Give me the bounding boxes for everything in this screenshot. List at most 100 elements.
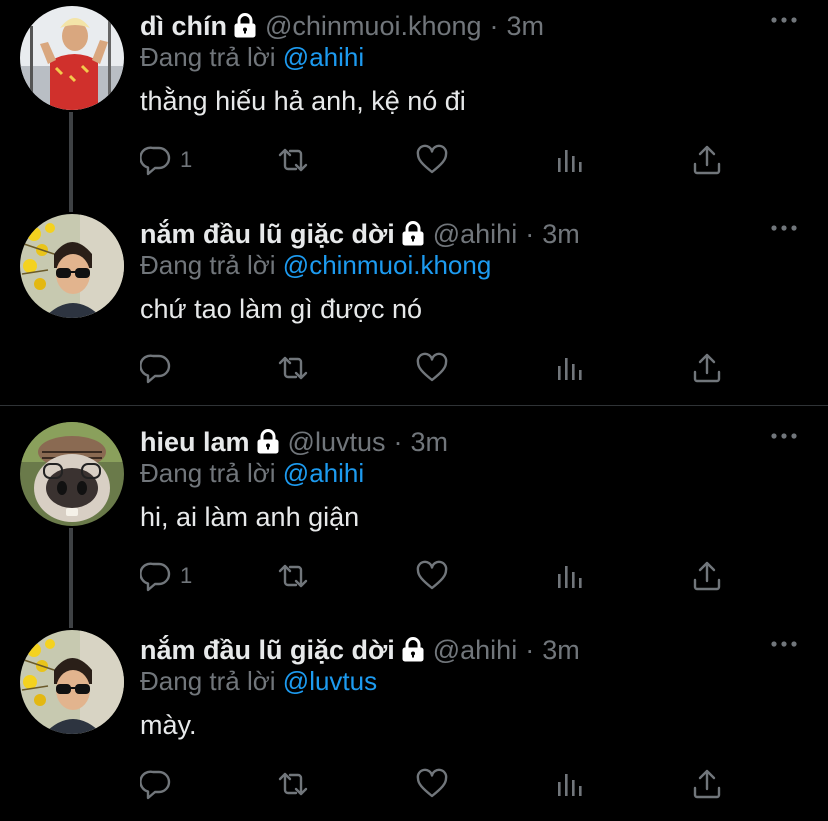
retweet-icon xyxy=(277,560,309,592)
avatar-photo-sunglasses xyxy=(20,214,124,318)
stats-icon xyxy=(554,144,586,176)
reply-mention-link[interactable]: @ahihi xyxy=(283,458,364,488)
reply-button[interactable]: 1 xyxy=(140,140,192,180)
tweet-text: chứ tao làm gì được nó xyxy=(140,294,422,324)
more-options-icon[interactable] xyxy=(770,218,798,238)
share-button[interactable] xyxy=(691,348,723,388)
reply-icon xyxy=(140,352,172,384)
replying-to: Đang trả lời @luvtus xyxy=(140,666,377,697)
retweet-icon xyxy=(277,768,309,800)
stats-icon xyxy=(554,560,586,592)
replying-prefix: Đang trả lời xyxy=(140,250,276,280)
heart-icon xyxy=(416,560,448,592)
more-options-icon[interactable] xyxy=(770,634,798,654)
reply-mention-link[interactable]: @chinmuoi.khong xyxy=(283,250,492,280)
lock-icon xyxy=(233,13,257,39)
thread-line xyxy=(69,528,73,628)
share-icon xyxy=(691,352,723,384)
display-name[interactable]: hieu lam xyxy=(140,427,250,458)
tweet-text: mày. xyxy=(140,710,197,740)
replying-prefix: Đang trả lời xyxy=(140,458,276,488)
reply-button[interactable] xyxy=(140,764,180,804)
analytics-button[interactable] xyxy=(554,764,586,804)
avatar[interactable] xyxy=(20,630,124,734)
more-options-icon[interactable] xyxy=(770,426,798,446)
reply-mention-link[interactable]: @luvtus xyxy=(283,666,377,696)
share-icon xyxy=(691,144,723,176)
thread-line xyxy=(69,112,73,212)
replying-to: Đang trả lời @chinmuoi.khong xyxy=(140,250,491,281)
retweet-button[interactable] xyxy=(277,348,309,388)
reply-count: 1 xyxy=(180,563,193,588)
heart-icon xyxy=(416,144,448,176)
action-bar xyxy=(140,764,740,804)
analytics-button[interactable] xyxy=(554,348,586,388)
stats-icon xyxy=(554,352,586,384)
tweet-text: thằng hiếu hả anh, kệ nó đi xyxy=(140,86,466,116)
reply-icon xyxy=(140,144,172,176)
timestamp[interactable]: 3m xyxy=(507,11,545,42)
lock-icon xyxy=(256,429,280,455)
separator: · xyxy=(489,10,499,41)
share-button[interactable] xyxy=(691,140,723,180)
stats-icon xyxy=(554,768,586,800)
like-button[interactable] xyxy=(416,348,448,388)
replying-prefix: Đang trả lời xyxy=(140,666,276,696)
share-button[interactable] xyxy=(691,556,723,596)
analytics-button[interactable] xyxy=(554,140,586,180)
replying-to: Đang trả lời @ahihi xyxy=(140,42,364,73)
separator: · xyxy=(525,218,535,249)
retweet-button[interactable] xyxy=(277,140,309,180)
like-button[interactable] xyxy=(416,140,448,180)
retweet-icon xyxy=(277,352,309,384)
tweet-header: hieu lam @luvtus · 3m xyxy=(140,422,448,462)
lock-icon xyxy=(401,637,425,663)
timestamp[interactable]: 3m xyxy=(410,427,448,458)
avatar[interactable] xyxy=(20,214,124,318)
reply-mention-link[interactable]: @ahihi xyxy=(283,42,364,72)
like-button[interactable] xyxy=(416,764,448,804)
separator: · xyxy=(525,634,535,665)
heart-icon xyxy=(416,768,448,800)
reply-icon xyxy=(140,560,172,592)
avatar-photo-blonde xyxy=(20,6,124,110)
avatar-photo-sunglasses xyxy=(20,630,124,734)
separator: · xyxy=(393,426,403,457)
tweet-header: nắm đầu lũ giặc dời @ahihi · 3m xyxy=(140,214,580,254)
retweet-icon xyxy=(277,144,309,176)
timestamp[interactable]: 3m xyxy=(542,635,580,666)
username[interactable]: @ahihi xyxy=(433,635,517,666)
display-name[interactable]: dì chín xyxy=(140,11,227,42)
username[interactable]: @chinmuoi.khong xyxy=(265,11,482,42)
timestamp[interactable]: 3m xyxy=(542,219,580,250)
like-button[interactable] xyxy=(416,556,448,596)
share-button[interactable] xyxy=(691,764,723,804)
reply-icon xyxy=(140,768,172,800)
reply-button[interactable] xyxy=(140,348,180,388)
avatar-photo-dog xyxy=(20,422,124,526)
replying-to: Đang trả lời @ahihi xyxy=(140,458,364,489)
heart-icon xyxy=(416,352,448,384)
username[interactable]: @ahihi xyxy=(433,219,517,250)
action-bar: 1 xyxy=(140,556,740,596)
replying-prefix: Đang trả lời xyxy=(140,42,276,72)
avatar[interactable] xyxy=(20,422,124,526)
reply-button[interactable]: 1 xyxy=(140,556,192,596)
username[interactable]: @luvtus xyxy=(288,427,386,458)
avatar[interactable] xyxy=(20,6,124,110)
tweet-text: hi, ai làm anh giận xyxy=(140,502,360,532)
action-bar: 1 xyxy=(140,140,740,180)
share-icon xyxy=(691,768,723,800)
action-bar xyxy=(140,348,740,388)
share-icon xyxy=(691,560,723,592)
lock-icon xyxy=(401,221,425,247)
retweet-button[interactable] xyxy=(277,764,309,804)
more-options-icon[interactable] xyxy=(770,10,798,30)
tweet-header: dì chín @chinmuoi.khong · 3m xyxy=(140,6,544,46)
retweet-button[interactable] xyxy=(277,556,309,596)
analytics-button[interactable] xyxy=(554,556,586,596)
thread-divider xyxy=(0,405,828,406)
tweet-header: nắm đầu lũ giặc dời @ahihi · 3m xyxy=(140,630,580,670)
display-name[interactable]: nắm đầu lũ giặc dời xyxy=(140,219,395,250)
display-name[interactable]: nắm đầu lũ giặc dời xyxy=(140,635,395,666)
